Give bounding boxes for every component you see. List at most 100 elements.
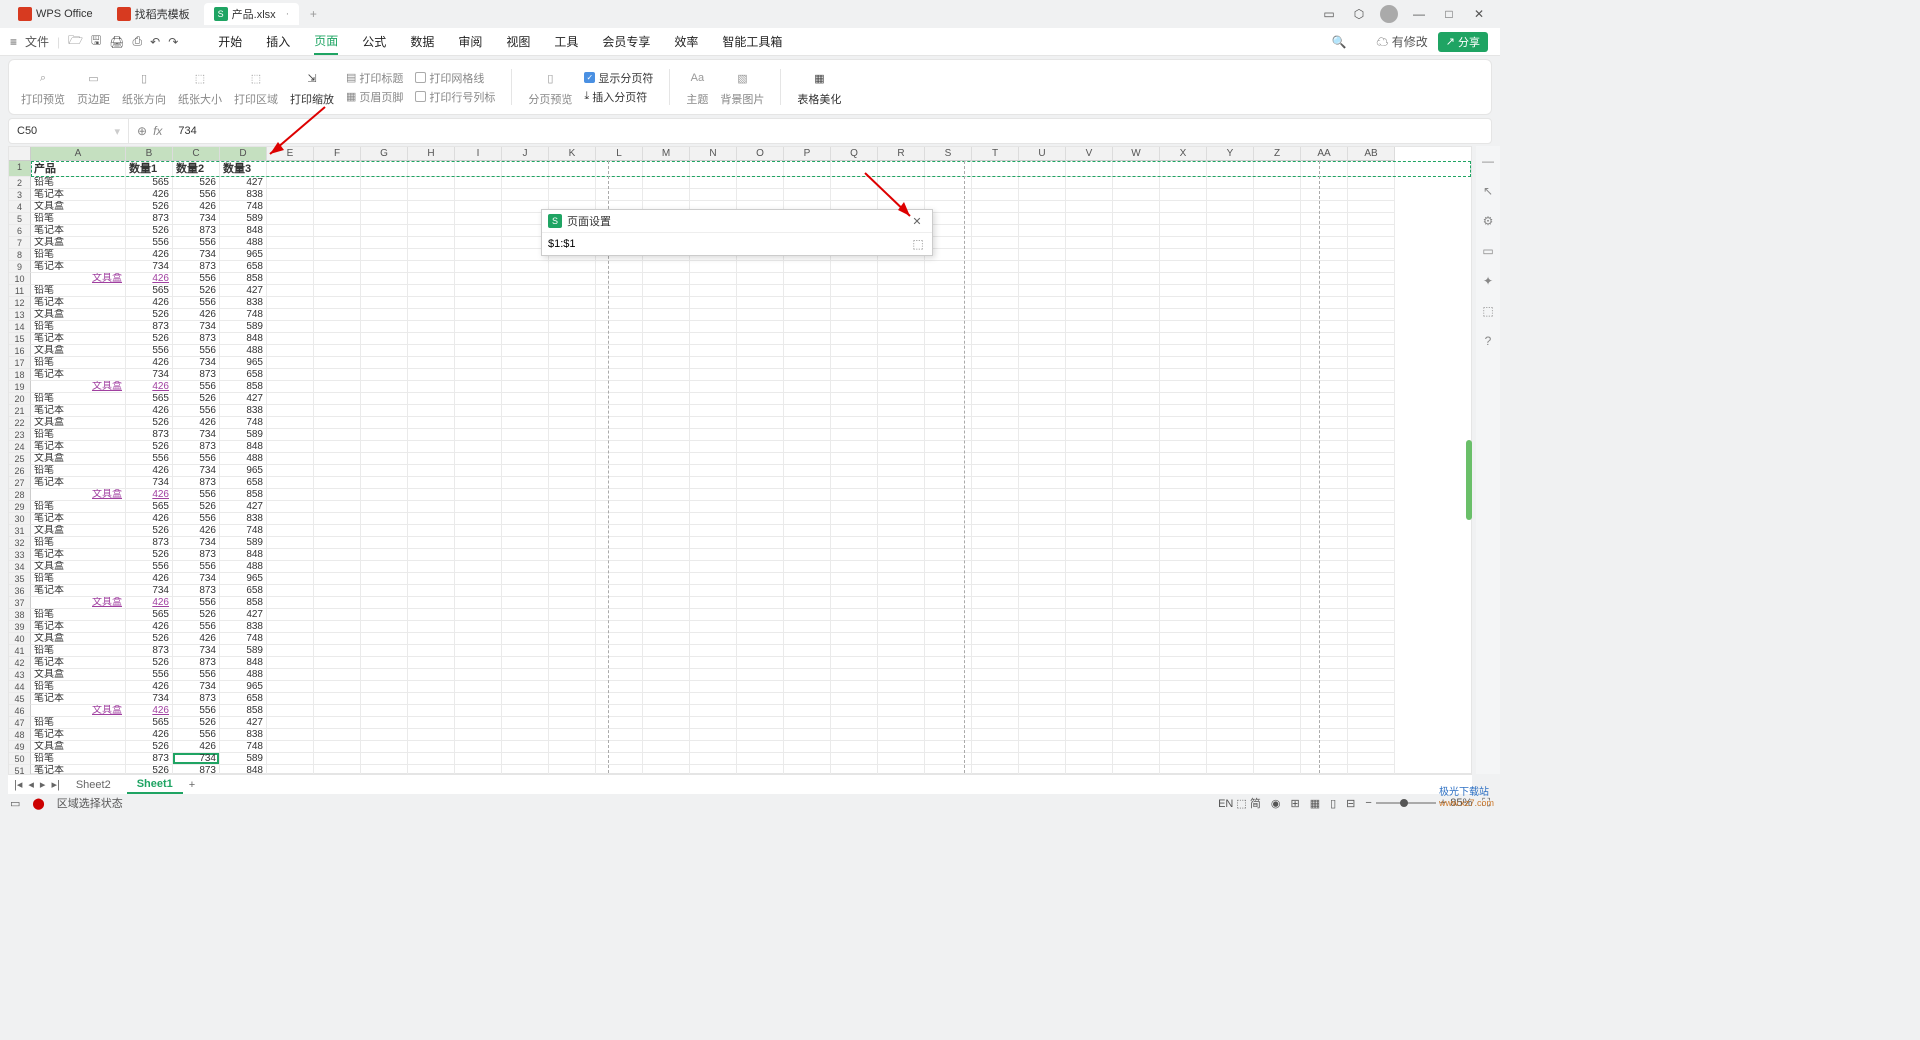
- data-cell[interactable]: 笔记本: [31, 297, 126, 309]
- data-cell[interactable]: 526: [126, 633, 173, 645]
- select-icon[interactable]: ↖: [1483, 184, 1493, 198]
- column-header[interactable]: N: [690, 147, 737, 161]
- data-cell[interactable]: 笔记本: [31, 477, 126, 489]
- avatar[interactable]: [1380, 5, 1398, 23]
- row-header[interactable]: 16: [9, 345, 31, 357]
- menu-item-1[interactable]: 插入: [266, 29, 290, 54]
- menu-item-10[interactable]: 智能工具箱: [722, 29, 782, 54]
- undo-icon[interactable]: ↶: [150, 35, 160, 49]
- data-cell[interactable]: 658: [220, 477, 267, 489]
- row-header[interactable]: 12: [9, 297, 31, 309]
- data-cell[interactable]: 笔记本: [31, 729, 126, 741]
- data-cell[interactable]: 文具盒: [31, 345, 126, 357]
- first-sheet-icon[interactable]: |◂: [14, 778, 22, 791]
- data-cell[interactable]: 748: [220, 309, 267, 321]
- data-cell[interactable]: 426: [126, 705, 173, 717]
- row-header[interactable]: 23: [9, 429, 31, 441]
- menu-item-3[interactable]: 公式: [362, 29, 386, 54]
- data-cell[interactable]: 488: [220, 453, 267, 465]
- data-cell[interactable]: 526: [173, 501, 220, 513]
- maximize-button[interactable]: □: [1440, 5, 1458, 23]
- data-cell[interactable]: 734: [173, 249, 220, 261]
- data-cell[interactable]: 526: [126, 225, 173, 237]
- data-cell[interactable]: 526: [126, 657, 173, 669]
- data-cell[interactable]: 556: [126, 669, 173, 681]
- data-cell[interactable]: 873: [126, 645, 173, 657]
- data-cell[interactable]: 734: [173, 321, 220, 333]
- data-cell[interactable]: 873: [173, 441, 220, 453]
- row-header[interactable]: 31: [9, 525, 31, 537]
- data-cell[interactable]: 556: [173, 597, 220, 609]
- data-cell[interactable]: 589: [220, 321, 267, 333]
- data-cell[interactable]: 铅笔: [31, 285, 126, 297]
- data-cell[interactable]: 556: [126, 561, 173, 573]
- row-header[interactable]: 24: [9, 441, 31, 453]
- data-cell[interactable]: 565: [126, 609, 173, 621]
- data-cell[interactable]: 427: [220, 501, 267, 513]
- data-cell[interactable]: 873: [173, 261, 220, 273]
- range-input[interactable]: [548, 238, 906, 250]
- data-cell[interactable]: 848: [220, 441, 267, 453]
- row-header[interactable]: 28: [9, 489, 31, 501]
- page-preview-button[interactable]: ▯分页预览: [528, 67, 572, 107]
- row-header[interactable]: 39: [9, 621, 31, 633]
- header-cell[interactable]: 数量3: [220, 161, 267, 177]
- data-cell[interactable]: 556: [173, 345, 220, 357]
- row-header[interactable]: 10: [9, 273, 31, 285]
- row-header[interactable]: 45: [9, 693, 31, 705]
- data-cell[interactable]: 589: [220, 645, 267, 657]
- menu-item-9[interactable]: 效率: [674, 29, 698, 54]
- data-cell[interactable]: 文具盒: [31, 453, 126, 465]
- save-icon[interactable]: 🖫: [91, 31, 101, 52]
- column-header[interactable]: C: [173, 147, 220, 161]
- data-cell[interactable]: 笔记本: [31, 585, 126, 597]
- data-cell[interactable]: 556: [173, 189, 220, 201]
- prev-sheet-icon[interactable]: ◂: [28, 778, 34, 791]
- column-header[interactable]: K: [549, 147, 596, 161]
- data-cell[interactable]: 文具盒: [31, 237, 126, 249]
- print-gridlines-check[interactable]: 打印网格线: [415, 70, 495, 86]
- row-header[interactable]: 42: [9, 657, 31, 669]
- column-header[interactable]: A: [31, 147, 126, 161]
- data-cell[interactable]: 858: [220, 489, 267, 501]
- data-cell[interactable]: 文具盒: [31, 273, 126, 285]
- data-cell[interactable]: 734: [173, 753, 220, 765]
- search-icon[interactable]: 🔍: [1331, 35, 1346, 49]
- data-cell[interactable]: 556: [173, 729, 220, 741]
- data-cell[interactable]: 526: [173, 285, 220, 297]
- cube-icon[interactable]: ⬡: [1350, 5, 1368, 23]
- collapse-dialog-icon[interactable]: ⬚: [910, 236, 926, 252]
- column-header[interactable]: I: [455, 147, 502, 161]
- data-cell[interactable]: 858: [220, 381, 267, 393]
- close-button[interactable]: ✕: [1470, 5, 1488, 23]
- data-cell[interactable]: 965: [220, 357, 267, 369]
- menu-item-6[interactable]: 视图: [506, 29, 530, 54]
- column-header[interactable]: G: [361, 147, 408, 161]
- spark-icon[interactable]: ✦: [1483, 274, 1493, 288]
- data-cell[interactable]: 笔记本: [31, 693, 126, 705]
- data-cell[interactable]: 965: [220, 681, 267, 693]
- row-header[interactable]: 49: [9, 741, 31, 753]
- data-cell[interactable]: 873: [126, 321, 173, 333]
- data-cell[interactable]: 734: [126, 369, 173, 381]
- row-header[interactable]: 2: [9, 177, 31, 189]
- data-cell[interactable]: 565: [126, 285, 173, 297]
- data-cell[interactable]: 526: [126, 741, 173, 753]
- print-icon[interactable]: 🖨: [109, 35, 124, 49]
- data-cell[interactable]: 838: [220, 729, 267, 741]
- last-sheet-icon[interactable]: ▸|: [51, 778, 59, 791]
- row-header[interactable]: 5: [9, 213, 31, 225]
- data-cell[interactable]: 838: [220, 297, 267, 309]
- column-header[interactable]: W: [1113, 147, 1160, 161]
- data-cell[interactable]: 铅笔: [31, 645, 126, 657]
- row-header[interactable]: 41: [9, 645, 31, 657]
- print-preview-icon[interactable]: ⎙: [133, 34, 143, 49]
- data-cell[interactable]: 556: [173, 297, 220, 309]
- menu-item-8[interactable]: 会员专享: [602, 29, 650, 54]
- row-header[interactable]: 40: [9, 633, 31, 645]
- data-cell[interactable]: 426: [126, 405, 173, 417]
- formula-input[interactable]: 734: [170, 125, 1491, 137]
- data-cell[interactable]: 426: [126, 381, 173, 393]
- data-cell[interactable]: 铅笔: [31, 681, 126, 693]
- data-cell[interactable]: 铅笔: [31, 573, 126, 585]
